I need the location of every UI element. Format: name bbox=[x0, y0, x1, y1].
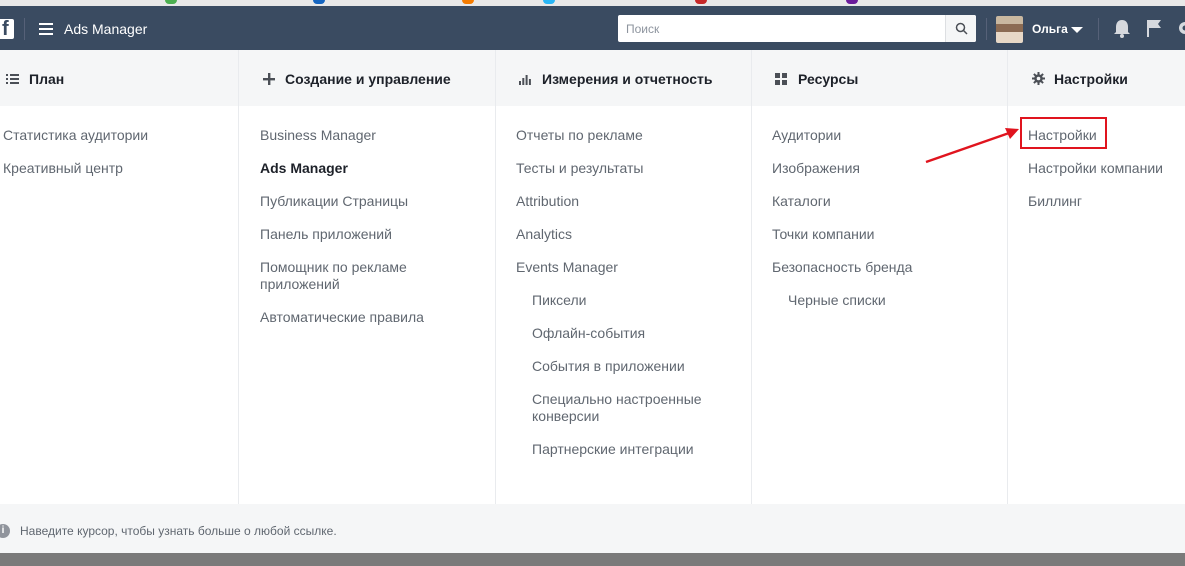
column-create-manage: Создание и управление Business Manager A… bbox=[239, 50, 496, 504]
menu-link-partner-integrations[interactable]: Партнерские интеграции bbox=[532, 441, 694, 458]
column-header: Ресурсы bbox=[752, 50, 1007, 106]
column-header: Настройки bbox=[1008, 50, 1185, 106]
menu-link-custom-conversions[interactable]: Специально настроенные конверсии bbox=[532, 391, 702, 425]
menu-link-audiences[interactable]: Аудитории bbox=[772, 127, 841, 144]
column-measure-report: Измерения и отчетность Отчеты по рекламе… bbox=[496, 50, 752, 504]
menu-link-test-and-learn[interactable]: Тесты и результаты bbox=[516, 160, 643, 177]
bar-chart-icon bbox=[519, 75, 531, 85]
menu-link-ads-manager[interactable]: Ads Manager bbox=[260, 160, 348, 177]
column-title: Измерения и отчетность bbox=[542, 71, 713, 87]
bookmark-icon bbox=[313, 0, 325, 4]
plus-icon bbox=[263, 73, 275, 85]
column-title: Настройки bbox=[1054, 71, 1128, 87]
bell-icon[interactable] bbox=[1113, 19, 1131, 39]
bookmark-icon bbox=[695, 0, 707, 4]
footer-hint-bar: i Наведите курсор, чтобы узнать больше о… bbox=[0, 504, 1185, 553]
menu-link-creative-hub[interactable]: Креативный центр bbox=[3, 160, 123, 177]
column-title: Создание и управление bbox=[285, 71, 451, 87]
search-button[interactable] bbox=[945, 15, 976, 42]
avatar[interactable] bbox=[996, 16, 1023, 43]
search-input[interactable] bbox=[618, 15, 948, 42]
facebook-logo-letter: f bbox=[2, 18, 9, 40]
chevron-down-icon[interactable] bbox=[1071, 27, 1083, 33]
menu-link-catalogs[interactable]: Каталоги bbox=[772, 193, 831, 210]
gear-icon[interactable] bbox=[1176, 19, 1185, 37]
menu-link-app-ads-helper[interactable]: Помощник по рекламе приложений bbox=[260, 259, 407, 293]
column-plan: План Статистика аудитории Креативный цен… bbox=[0, 50, 239, 504]
menu-link-audience-insights[interactable]: Статистика аудитории bbox=[3, 127, 148, 144]
column-header: План bbox=[0, 50, 238, 106]
list-icon bbox=[6, 74, 19, 84]
top-navigation-bar: f Ads Manager Ольга bbox=[0, 6, 1185, 50]
column-header: Создание и управление bbox=[239, 50, 495, 106]
bookmark-icon bbox=[165, 0, 177, 4]
bookmark-icon bbox=[543, 0, 555, 4]
menu-link-app-dashboard[interactable]: Панель приложений bbox=[260, 226, 392, 243]
annotation-arrow-icon bbox=[925, 128, 1019, 164]
menu-link-business-locations[interactable]: Точки компании bbox=[772, 226, 875, 243]
footer-hint-text: Наведите курсор, чтобы узнать больше о л… bbox=[20, 524, 337, 538]
search-icon bbox=[955, 22, 968, 35]
menu-link-page-posts[interactable]: Публикации Страницы bbox=[260, 193, 408, 210]
menu-link-block-lists[interactable]: Черные списки bbox=[788, 292, 886, 309]
divider bbox=[986, 18, 987, 40]
menu-link-offline-events[interactable]: Офлайн-события bbox=[532, 325, 645, 342]
annotation-highlight-box bbox=[1020, 117, 1107, 149]
gear-icon bbox=[1032, 72, 1045, 85]
menu-link-events-manager[interactable]: Events Manager bbox=[516, 259, 618, 276]
grid-icon bbox=[775, 73, 787, 85]
menu-link-business-settings[interactable]: Настройки компании bbox=[1028, 160, 1163, 177]
column-assets: Ресурсы Аудитории Изображения Каталоги Т… bbox=[752, 50, 1008, 504]
menu-link-attribution[interactable]: Attribution bbox=[516, 193, 579, 210]
search-box bbox=[618, 15, 976, 42]
bookmark-icon bbox=[462, 0, 474, 4]
menu-link-ads-reporting[interactable]: Отчеты по рекламе bbox=[516, 127, 643, 144]
user-name[interactable]: Ольга bbox=[1032, 22, 1068, 36]
flag-icon[interactable] bbox=[1146, 19, 1162, 38]
hamburger-menu-icon[interactable] bbox=[39, 23, 53, 35]
menu-link-pixels[interactable]: Пиксели bbox=[532, 292, 586, 309]
menu-link-analytics[interactable]: Analytics bbox=[516, 226, 572, 243]
facebook-logo[interactable]: f bbox=[0, 18, 14, 40]
app-title[interactable]: Ads Manager bbox=[64, 21, 147, 37]
column-title: Ресурсы bbox=[798, 71, 859, 87]
menu-link-images[interactable]: Изображения bbox=[772, 160, 860, 177]
divider bbox=[24, 18, 25, 40]
menu-link-billing[interactable]: Биллинг bbox=[1028, 193, 1082, 210]
info-icon: i bbox=[0, 524, 10, 538]
column-header: Измерения и отчетность bbox=[496, 50, 751, 106]
menu-link-automated-rules[interactable]: Автоматические правила bbox=[260, 309, 424, 326]
menu-link-brand-safety[interactable]: Безопасность бренда bbox=[772, 259, 912, 276]
column-title: План bbox=[29, 71, 65, 87]
menu-link-business-manager[interactable]: Business Manager bbox=[260, 127, 376, 144]
menu-link-app-events[interactable]: События в приложении bbox=[532, 358, 685, 375]
bottom-strip bbox=[0, 553, 1185, 566]
divider bbox=[1098, 18, 1099, 40]
bookmark-icon bbox=[846, 0, 858, 4]
